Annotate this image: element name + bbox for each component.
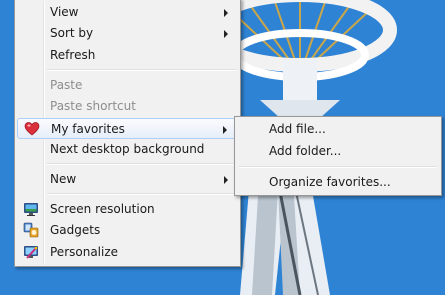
menu-separator: [47, 193, 237, 195]
submenu-arrow-icon: [224, 30, 228, 38]
menu-item-label: View: [50, 5, 79, 19]
menu-item-label: New: [50, 172, 77, 186]
menu-item-paste-shortcut[interactable]: Paste shortcut: [17, 96, 238, 117]
menu-item-label: Personalize: [50, 245, 119, 259]
menu-item-label: Add folder...: [269, 144, 342, 158]
menu-separator: [239, 166, 437, 168]
menu-item-label: Screen resolution: [50, 202, 155, 216]
menu-item-screen-resolution[interactable]: Screen resolution: [17, 199, 238, 220]
submenu-arrow-icon: [223, 126, 227, 134]
menu-item-sort-by[interactable]: Sort by: [17, 23, 238, 44]
menu-item-my-favorites[interactable]: My favorites: [17, 118, 238, 139]
menu-item-paste[interactable]: Paste: [17, 75, 238, 96]
menu-item-label: Organize favorites...: [269, 175, 391, 189]
menu-item-add-file[interactable]: Add file...: [237, 119, 439, 140]
submenu-arrow-icon: [224, 9, 228, 17]
desktop-context-menu: View Sort by Refresh Paste Paste shortcu…: [14, 0, 241, 267]
menu-separator: [47, 163, 237, 165]
menu-item-gadgets[interactable]: Gadgets: [17, 220, 238, 241]
menu-item-next-desktop-background[interactable]: Next desktop background: [17, 139, 238, 160]
menu-item-new[interactable]: New: [17, 169, 238, 190]
heart-icon: [24, 122, 40, 136]
my-favorites-submenu: Add file... Add folder... Organize favor…: [234, 116, 442, 196]
menu-item-view[interactable]: View: [17, 2, 238, 23]
menu-item-label: Refresh: [50, 48, 96, 62]
menu-item-add-folder[interactable]: Add folder...: [237, 141, 439, 162]
personalize-icon: [24, 246, 38, 259]
menu-item-label: Sort by: [50, 26, 94, 40]
menu-item-label: Paste: [50, 78, 83, 92]
menu-item-label: Next desktop background: [50, 142, 205, 156]
gadgets-icon: [23, 222, 39, 238]
menu-item-label: My favorites: [51, 122, 125, 136]
menu-item-personalize[interactable]: Personalize: [17, 242, 238, 263]
menu-item-label: Paste shortcut: [50, 99, 136, 113]
menu-item-label: Gadgets: [50, 223, 101, 237]
menu-item-organize-favorites[interactable]: Organize favorites...: [237, 172, 439, 193]
submenu-arrow-icon: [224, 176, 228, 184]
menu-item-refresh[interactable]: Refresh: [17, 45, 238, 66]
menu-item-label: Add file...: [269, 122, 326, 136]
monitor-icon: [24, 203, 38, 216]
menu-separator: [47, 69, 237, 71]
